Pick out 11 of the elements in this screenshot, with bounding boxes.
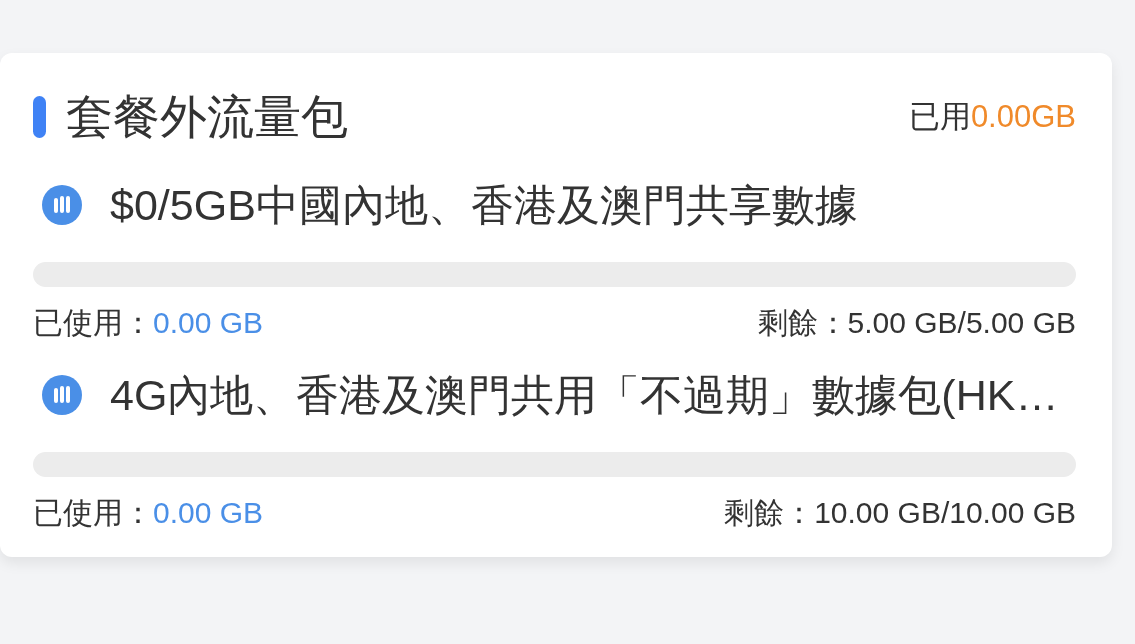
used-amount-text: 已使用：0.00 GB	[33, 306, 264, 340]
bar-chart-icon	[42, 375, 82, 415]
remaining-amount-text: 剩餘：10.00 GB/10.00 GB	[724, 496, 1076, 530]
total-used-text: 已用0.00GB	[908, 99, 1076, 135]
bar-chart-icon	[42, 185, 82, 225]
package-name: 4G內地、香港及澳門共用「不過期」數據包(HK…	[110, 371, 1059, 419]
package-name: $0/5GB中國內地、香港及澳門共享數據	[110, 181, 858, 229]
accent-bar-icon	[33, 96, 46, 138]
remaining-amount-text: 剩餘：5.00 GB/5.00 GB	[757, 306, 1076, 340]
used-amount-text: 已使用：0.00 GB	[33, 496, 264, 530]
card-title: 套餐外流量包	[66, 91, 348, 143]
